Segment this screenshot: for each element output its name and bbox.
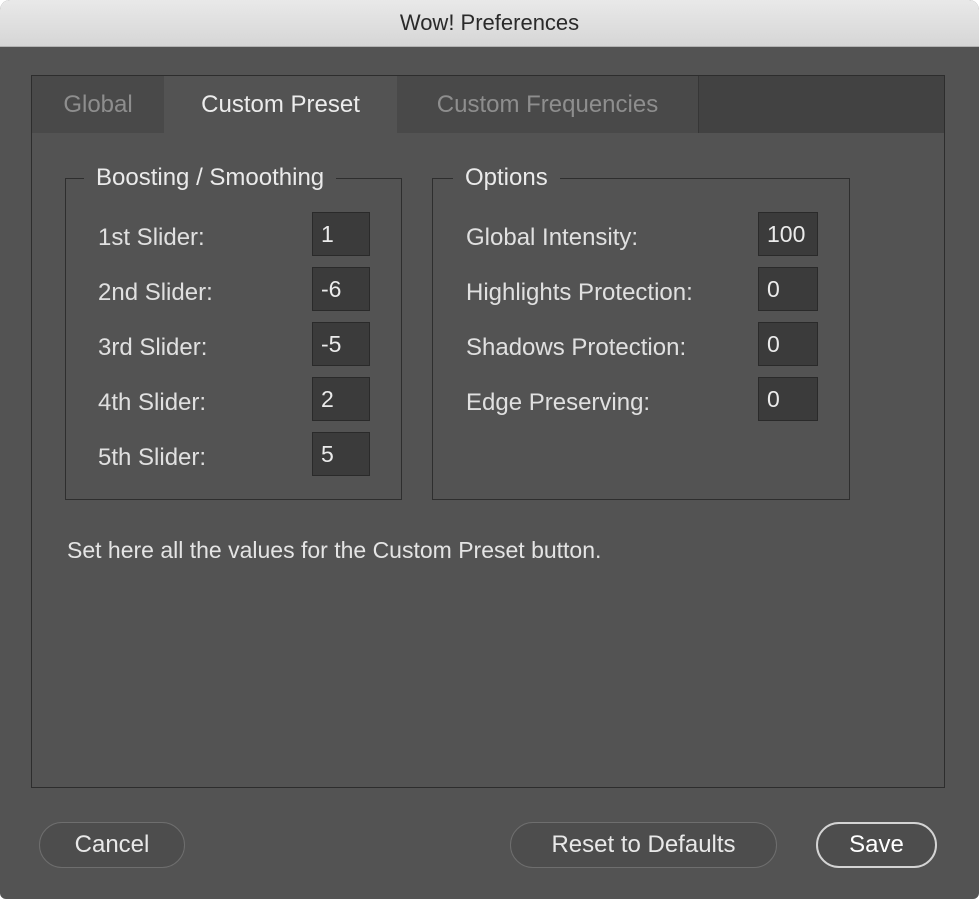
edge-preserving-label: Edge Preserving: bbox=[466, 389, 651, 416]
highlights-protection-field[interactable] bbox=[758, 267, 818, 311]
slider-1-label: 1st Slider: bbox=[98, 224, 205, 251]
preferences-window: Wow! Preferences Global Custom Preset Cu… bbox=[0, 0, 979, 899]
tab-panel: Global Custom Preset Custom Frequencies … bbox=[31, 75, 945, 788]
options-legend: Options bbox=[453, 161, 560, 195]
reset-to-defaults-button[interactable]: Reset to Defaults bbox=[510, 822, 777, 868]
tab-bar: Global Custom Preset Custom Frequencies bbox=[32, 76, 944, 133]
edge-preserving-field[interactable] bbox=[758, 377, 818, 421]
slider-4-label: 4th Slider: bbox=[98, 389, 207, 416]
save-button[interactable]: Save bbox=[816, 822, 937, 868]
slider-3-label: 3rd Slider: bbox=[98, 334, 208, 361]
title-bar: Wow! Preferences bbox=[0, 0, 979, 47]
description-text: Set here all the values for the Custom P… bbox=[67, 537, 602, 563]
slider-2-label: 2nd Slider: bbox=[98, 279, 213, 306]
tab-custom-preset[interactable]: Custom Preset bbox=[164, 76, 397, 133]
boosting-smoothing-group: Boosting / Smoothing 1st Slider: 2nd Sli… bbox=[65, 161, 402, 500]
slider-5-field[interactable] bbox=[312, 432, 370, 476]
global-intensity-label: Global Intensity: bbox=[466, 224, 639, 251]
global-intensity-field[interactable] bbox=[758, 212, 818, 256]
shadows-protection-label: Shadows Protection: bbox=[466, 334, 687, 361]
tab-custom-frequencies[interactable]: Custom Frequencies bbox=[397, 76, 699, 133]
slider-5-label: 5th Slider: bbox=[98, 444, 207, 471]
slider-4-field[interactable] bbox=[312, 377, 370, 421]
tab-global[interactable]: Global bbox=[32, 76, 164, 133]
slider-1-field[interactable] bbox=[312, 212, 370, 256]
options-group: Options Global Intensity: Highlights Pro… bbox=[432, 161, 850, 500]
window-title: Wow! Preferences bbox=[399, 10, 580, 35]
boosting-smoothing-legend: Boosting / Smoothing bbox=[84, 161, 337, 195]
shadows-protection-field[interactable] bbox=[758, 322, 818, 366]
cancel-button[interactable]: Cancel bbox=[39, 822, 185, 868]
highlights-protection-label: Highlights Protection: bbox=[466, 279, 693, 306]
slider-3-field[interactable] bbox=[312, 322, 370, 366]
slider-2-field[interactable] bbox=[312, 267, 370, 311]
